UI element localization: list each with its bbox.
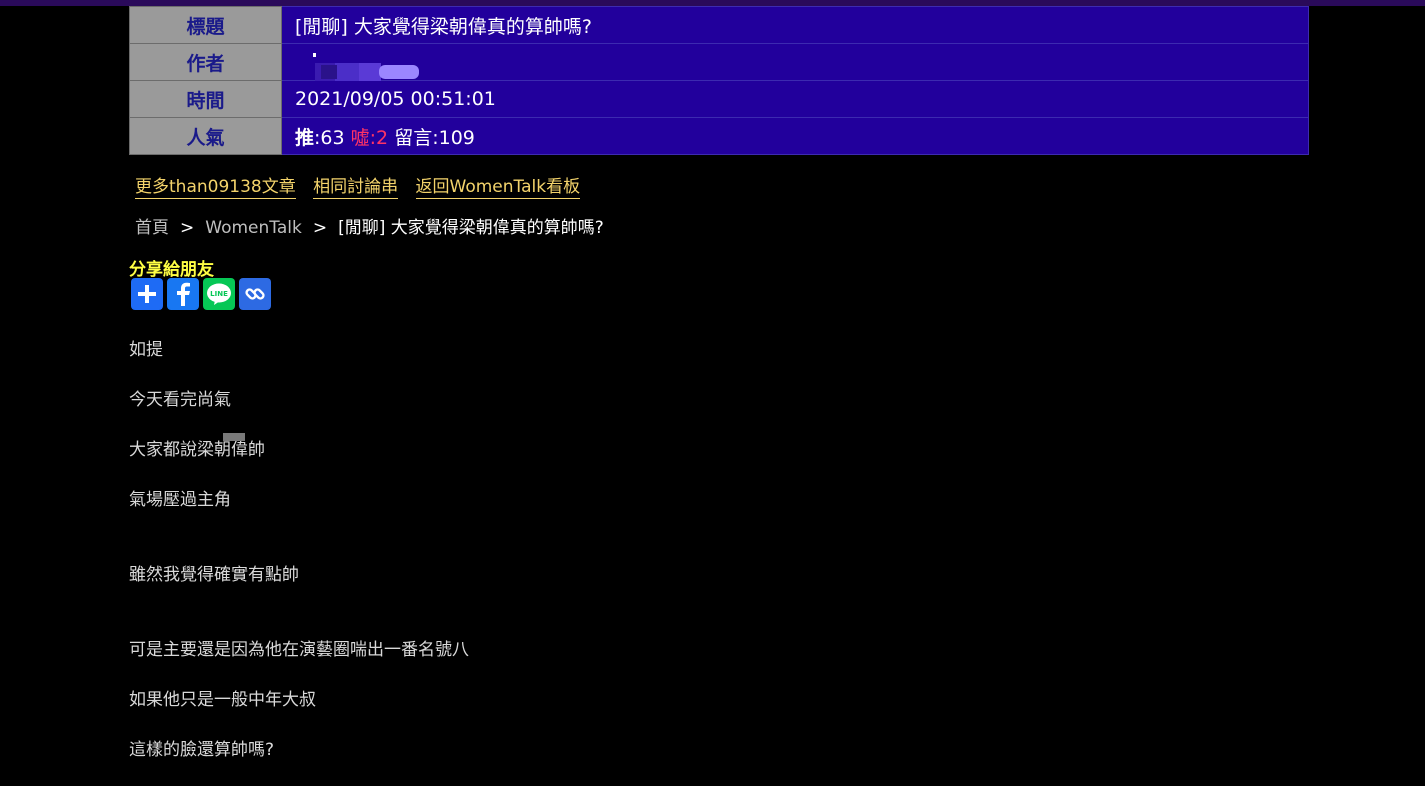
push-label: 推 xyxy=(295,126,315,149)
content-line-text: 大家都說梁朝偉帥 xyxy=(129,440,265,460)
meta-row-time: 時間 2021/09/05 00:51:01 xyxy=(129,80,1309,118)
article-meta-table: 標題 [閒聊] 大家覺得梁朝偉真的算帥嗎? 作者 時間 2021/09/05 0… xyxy=(129,6,1309,155)
meta-value-author xyxy=(281,43,1309,81)
back-to-board-link[interactable]: 返回WomenTalk看板 xyxy=(415,177,581,199)
breadcrumb-home[interactable]: 首頁 xyxy=(135,218,169,238)
link-icon[interactable] xyxy=(239,278,271,310)
content-line: 大家都說梁朝偉帥 xyxy=(129,433,265,460)
meta-row-title: 標題 [閒聊] 大家覺得梁朝偉真的算帥嗎? xyxy=(129,6,1309,44)
meta-value-time: 2021/09/05 00:51:01 xyxy=(281,80,1309,118)
breadcrumb: 首頁 > WomenTalk > [閒聊] 大家覺得梁朝偉真的算帥嗎? xyxy=(135,213,604,238)
more-author-posts-link[interactable]: 更多than09138文章 xyxy=(135,177,296,199)
meta-key-title: 標題 xyxy=(129,6,282,44)
content-line: 今天看完尚氣 xyxy=(129,390,231,410)
share-label: 分享給朋友 xyxy=(129,260,214,280)
meta-row-author: 作者 xyxy=(129,43,1309,81)
meta-key-author: 作者 xyxy=(129,43,282,81)
breadcrumb-separator: > xyxy=(312,218,328,238)
push-count: :63 xyxy=(314,126,345,149)
redaction-mark xyxy=(223,433,245,441)
add-icon[interactable] xyxy=(131,278,163,310)
same-thread-link[interactable]: 相同討論串 xyxy=(313,177,399,199)
content-line: 雖然我覺得確實有點帥 xyxy=(129,565,299,585)
breadcrumb-current: [閒聊] 大家覺得梁朝偉真的算帥嗎? xyxy=(338,218,604,238)
content-line: 如果他只是一般中年大叔 xyxy=(129,690,316,710)
author-redacted-blur xyxy=(295,49,419,81)
share-buttons: LINE xyxy=(131,278,271,310)
content-line: 這樣的臉還算帥嗎? xyxy=(129,740,275,760)
meta-value-popularity: 推:63 噓:2 留言:109 xyxy=(281,117,1309,155)
breadcrumb-separator: > xyxy=(180,218,195,238)
content-line: 氣場壓過主角 xyxy=(129,490,231,510)
meta-key-popularity: 人氣 xyxy=(129,117,282,155)
meta-key-time: 時間 xyxy=(129,80,282,118)
content-line: 如提 xyxy=(129,340,163,360)
comment-count: 留言:109 xyxy=(394,126,475,149)
boo-count: :2 xyxy=(369,126,389,149)
line-icon[interactable]: LINE xyxy=(203,278,235,310)
facebook-icon[interactable] xyxy=(167,278,199,310)
meta-value-title: [閒聊] 大家覺得梁朝偉真的算帥嗎? xyxy=(281,6,1309,44)
article-links: 更多than09138文章 相同討論串 返回WomenTalk看板 xyxy=(135,172,592,199)
meta-row-popularity: 人氣 推:63 噓:2 留言:109 xyxy=(129,117,1309,155)
breadcrumb-board[interactable]: WomenTalk xyxy=(205,218,302,238)
boo-label: 噓 xyxy=(350,126,370,149)
line-icon-text: LINE xyxy=(210,290,228,298)
content-line: 可是主要還是因為他在演藝圈喘出一番名號八 xyxy=(129,640,469,660)
